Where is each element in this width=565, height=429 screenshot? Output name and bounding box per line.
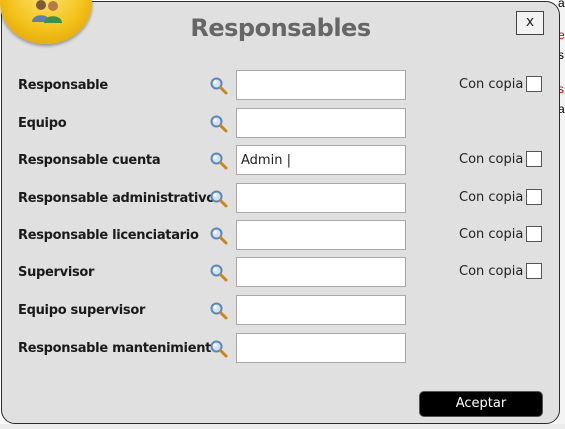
search-icon[interactable]: [209, 226, 229, 246]
search-icon[interactable]: [209, 339, 229, 359]
responsable-input[interactable]: [236, 257, 406, 287]
responsable-input[interactable]: [236, 295, 406, 325]
responsable-input[interactable]: [236, 333, 406, 363]
form-row: Responsable Con copia: [2, 70, 561, 100]
con-copia-label: Con copia: [459, 77, 524, 92]
field-label: Supervisor: [18, 265, 95, 280]
form-row: Responsable mantenimiento: [2, 333, 561, 363]
responsable-input[interactable]: [236, 220, 406, 250]
field-label: Responsable: [18, 78, 108, 93]
field-label: Responsable mantenimiento: [18, 341, 220, 356]
field-label: Responsable cuenta: [18, 153, 161, 168]
con-copia-label: Con copia: [459, 264, 524, 279]
search-icon[interactable]: [209, 114, 229, 134]
search-icon[interactable]: [209, 151, 229, 171]
accept-button[interactable]: Aceptar: [419, 391, 543, 417]
con-copia-label: Con copia: [459, 227, 524, 242]
con-copia-checkbox[interactable]: [526, 226, 542, 242]
search-icon[interactable]: [209, 189, 229, 209]
responsable-input[interactable]: [236, 70, 406, 100]
field-label: Responsable administrativo: [18, 191, 215, 206]
responsables-dialog: Responsables x Responsable Con copia Equip…: [0, 0, 561, 424]
responsable-input[interactable]: [236, 145, 406, 175]
con-copia-checkbox[interactable]: [526, 151, 542, 167]
search-icon[interactable]: [209, 263, 229, 283]
dialog-title: Responsables: [190, 14, 371, 42]
search-icon[interactable]: [209, 301, 229, 321]
con-copia-label: Con copia: [459, 152, 524, 167]
form-row: Responsable cuenta Con copia: [2, 145, 561, 175]
con-copia-checkbox[interactable]: [526, 76, 542, 92]
form-row: Supervisor Con copia: [2, 257, 561, 287]
form-row: Responsable administrativo Con copia: [2, 183, 561, 213]
field-label: Equipo supervisor: [18, 303, 146, 318]
close-button[interactable]: x: [516, 11, 544, 35]
background-text: a: [558, 0, 565, 10]
form-row: Responsable licenciatario Con copia: [2, 220, 561, 250]
responsable-input[interactable]: [236, 108, 406, 138]
con-copia-checkbox[interactable]: [526, 263, 542, 279]
field-label: Responsable licenciatario: [18, 228, 199, 243]
background-footer: [0, 424, 565, 429]
form-row: Equipo supervisor: [2, 295, 561, 325]
search-icon[interactable]: [209, 76, 229, 96]
field-label: Equipo: [18, 116, 67, 131]
form-row: Equipo: [2, 108, 561, 138]
con-copia-checkbox[interactable]: [526, 189, 542, 205]
con-copia-label: Con copia: [459, 190, 524, 205]
responsable-input[interactable]: [236, 183, 406, 213]
